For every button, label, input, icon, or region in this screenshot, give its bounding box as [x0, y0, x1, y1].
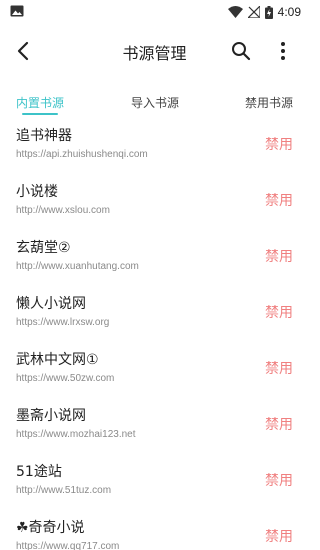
source-name: 墨斋小说网: [16, 408, 86, 424]
list-item[interactable]: 小说楼 http://www.xslou.com 禁用: [0, 172, 309, 228]
source-name: 51途站: [16, 464, 62, 480]
toolbar: 书源管理: [0, 24, 309, 74]
source-url: https://www.mozhai123.net: [16, 429, 136, 440]
disable-button[interactable]: 禁用: [265, 190, 293, 210]
list-item[interactable]: 武林中文网① https://www.50zw.com 禁用: [0, 340, 309, 396]
list-item[interactable]: 懒人小说网 https://www.lrxsw.org 禁用: [0, 284, 309, 340]
source-name: ☘奇奇小说: [16, 520, 85, 536]
list-item[interactable]: ☘奇奇小说 https://www.qq717.com 禁用: [0, 508, 309, 550]
no-signal-icon: [247, 6, 260, 18]
tab-imported-sources[interactable]: 导入书源: [131, 94, 179, 111]
more-vertical-icon: [281, 42, 285, 60]
disable-button[interactable]: 禁用: [265, 358, 293, 378]
disable-button[interactable]: 禁用: [265, 470, 293, 490]
source-name: 玄葫堂②: [16, 240, 71, 256]
list-item[interactable]: 玄葫堂② http://www.xuanhutang.com 禁用: [0, 228, 309, 284]
list-item[interactable]: 墨斋小说网 https://www.mozhai123.net 禁用: [0, 396, 309, 452]
search-button[interactable]: [228, 38, 254, 64]
search-icon: [232, 42, 251, 61]
wifi-icon: [227, 6, 243, 18]
battery-charging-icon: [264, 5, 273, 19]
list-item[interactable]: 追书神器 https://api.zhuishushenqi.com 禁用: [0, 116, 309, 172]
active-tab-indicator: [22, 113, 58, 115]
source-url: https://api.zhuishushenqi.com: [16, 149, 148, 160]
image-icon: [10, 5, 24, 17]
source-name: 追书神器: [16, 128, 72, 144]
source-url: https://www.50zw.com: [16, 373, 115, 384]
disable-button[interactable]: 禁用: [265, 134, 293, 154]
source-name: 小说楼: [16, 184, 58, 200]
source-name: 武林中文网①: [16, 352, 99, 368]
list-item[interactable]: 51途站 http://www.51tuz.com 禁用: [0, 452, 309, 508]
disable-button[interactable]: 禁用: [265, 246, 293, 266]
source-name: 懒人小说网: [16, 296, 86, 312]
disable-button[interactable]: 禁用: [265, 414, 293, 434]
source-url: https://www.qq717.com: [16, 541, 120, 550]
disable-button[interactable]: 禁用: [265, 526, 293, 546]
source-url: http://www.51tuz.com: [16, 485, 112, 496]
more-options-button[interactable]: [273, 38, 293, 64]
disable-button[interactable]: 禁用: [265, 302, 293, 322]
tab-bar: 内置书源 导入书源 禁用书源: [0, 84, 309, 116]
tab-builtin-sources[interactable]: 内置书源: [16, 94, 64, 111]
source-url: http://www.xslou.com: [16, 205, 110, 216]
status-time: 4:09: [277, 5, 301, 19]
source-url: https://www.lrxsw.org: [16, 317, 110, 328]
status-bar: 4:09: [0, 0, 309, 24]
source-url: http://www.xuanhutang.com: [16, 261, 139, 272]
page-title: 书源管理: [122, 44, 187, 63]
tab-disabled-sources[interactable]: 禁用书源: [245, 94, 293, 111]
